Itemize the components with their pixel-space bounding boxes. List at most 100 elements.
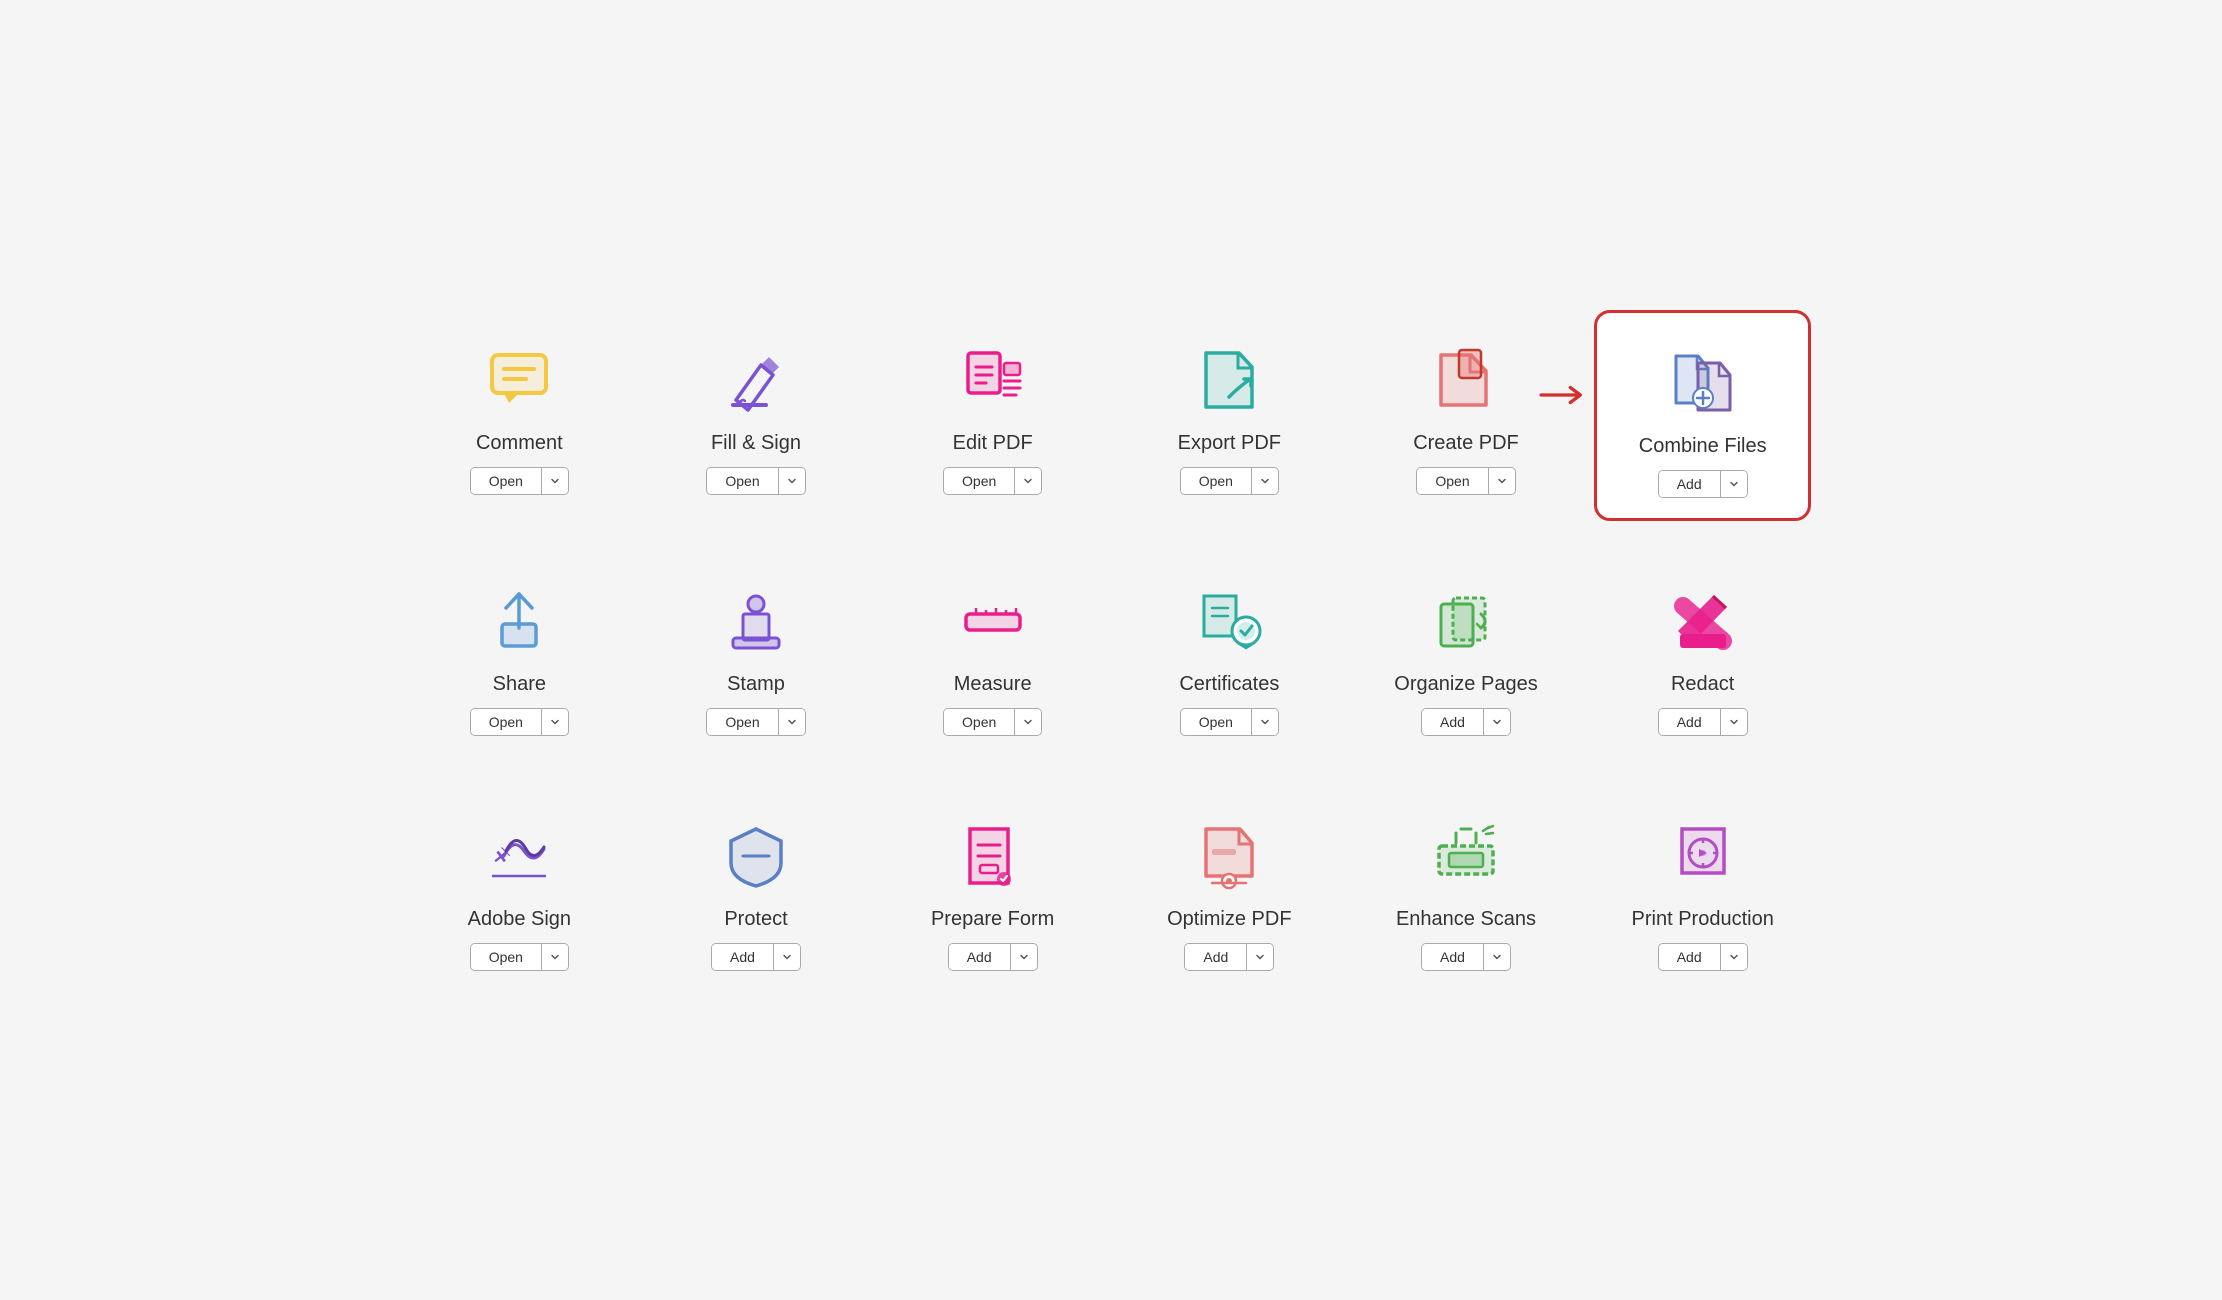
prepare-form-button-group: Add (948, 943, 1038, 971)
certificates-button-group: Open (1180, 708, 1279, 736)
combine-files-label: Combine Files (1639, 435, 1767, 458)
share-button-main[interactable]: Open (471, 709, 542, 735)
print-production-button-dropdown[interactable] (1721, 944, 1747, 970)
adobe-sign-button-group: Open (470, 943, 569, 971)
export-pdf-label: Export PDF (1178, 432, 1281, 455)
arrow-indicator (1537, 380, 1587, 415)
adobe-sign-button-dropdown[interactable] (542, 944, 568, 970)
edit-pdf-button-dropdown[interactable] (1015, 468, 1041, 494)
comment-icon (479, 340, 559, 420)
redact-button-main[interactable]: Add (1659, 709, 1721, 735)
tool-card-create-pdf: Create PDF Open (1358, 310, 1575, 521)
tool-card-enhance-scans: Enhance ScansAdd (1358, 786, 1575, 991)
measure-label: Measure (954, 673, 1032, 696)
create-pdf-label: Create PDF (1413, 432, 1519, 455)
protect-button-main[interactable]: Add (712, 944, 774, 970)
optimize-pdf-button-dropdown[interactable] (1247, 944, 1273, 970)
create-pdf-button-dropdown[interactable] (1489, 468, 1515, 494)
print-production-button-main[interactable]: Add (1659, 944, 1721, 970)
tool-card-optimize-pdf: Optimize PDF Add (1121, 786, 1338, 991)
adobe-sign-button-main[interactable]: Open (471, 944, 542, 970)
edit-pdf-button-group: Open (943, 467, 1042, 495)
tool-card-protect: Protect Add (648, 786, 865, 991)
organize-pages-label: Organize Pages (1394, 673, 1537, 696)
protect-icon (716, 816, 796, 896)
stamp-button-main[interactable]: Open (707, 709, 778, 735)
fill-sign-button-group: Open (706, 467, 805, 495)
tool-card-fill-sign: Fill & Sign Open (648, 310, 865, 521)
create-pdf-button-main[interactable]: Open (1417, 468, 1488, 494)
organize-pages-button-main[interactable]: Add (1422, 709, 1484, 735)
tools-grid: CommentOpen Fill & Sign Open Edit PDF Open… (411, 310, 1811, 991)
tool-card-share: Share Open (411, 551, 628, 756)
tool-card-stamp: Stamp Open (648, 551, 865, 756)
export-pdf-button-main[interactable]: Open (1181, 468, 1252, 494)
stamp-button-group: Open (706, 708, 805, 736)
protect-button-dropdown[interactable] (774, 944, 800, 970)
tool-card-edit-pdf: Edit PDF Open (884, 310, 1101, 521)
certificates-icon (1189, 581, 1269, 661)
comment-button-dropdown[interactable] (542, 468, 568, 494)
adobe-sign-label: Adobe Sign (468, 908, 571, 931)
redact-icon (1663, 581, 1743, 661)
create-pdf-button-group: Open (1416, 467, 1515, 495)
comment-button-main[interactable]: Open (471, 468, 542, 494)
combine-files-button-dropdown[interactable] (1721, 471, 1747, 497)
protect-label: Protect (724, 908, 787, 931)
measure-button-main[interactable]: Open (944, 709, 1015, 735)
fill-sign-button-main[interactable]: Open (707, 468, 778, 494)
tool-card-measure: Measure Open (884, 551, 1101, 756)
tool-card-organize-pages: Organize Pages Add (1358, 551, 1575, 756)
measure-icon (953, 581, 1033, 661)
edit-pdf-icon (953, 340, 1033, 420)
prepare-form-icon (953, 816, 1033, 896)
stamp-icon (716, 581, 796, 661)
combine-files-button-main[interactable]: Add (1659, 471, 1721, 497)
adobe-sign-icon: ✕ × (479, 816, 559, 896)
certificates-button-dropdown[interactable] (1252, 709, 1278, 735)
organize-pages-icon (1426, 581, 1506, 661)
measure-button-dropdown[interactable] (1015, 709, 1041, 735)
fill-sign-label: Fill & Sign (711, 432, 801, 455)
prepare-form-button-main[interactable]: Add (949, 944, 1011, 970)
tool-card-redact: Redact Add (1594, 551, 1811, 756)
print-production-icon (1663, 816, 1743, 896)
fill-sign-icon (716, 340, 796, 420)
optimize-pdf-button-group: Add (1184, 943, 1274, 971)
optimize-pdf-label: Optimize PDF (1167, 908, 1291, 931)
stamp-label: Stamp (727, 673, 785, 696)
certificates-button-main[interactable]: Open (1181, 709, 1252, 735)
export-pdf-button-dropdown[interactable] (1252, 468, 1278, 494)
export-pdf-icon (1189, 340, 1269, 420)
tool-card-comment: CommentOpen (411, 310, 628, 521)
combine-files-icon (1663, 343, 1743, 423)
enhance-scans-button-dropdown[interactable] (1484, 944, 1510, 970)
tool-card-print-production: Print Production Add (1594, 786, 1811, 991)
edit-pdf-button-main[interactable]: Open (944, 468, 1015, 494)
share-button-dropdown[interactable] (542, 709, 568, 735)
optimize-pdf-icon (1189, 816, 1269, 896)
prepare-form-label: Prepare Form (931, 908, 1054, 931)
export-pdf-button-group: Open (1180, 467, 1279, 495)
redact-button-dropdown[interactable] (1721, 709, 1747, 735)
stamp-button-dropdown[interactable] (779, 709, 805, 735)
optimize-pdf-button-main[interactable]: Add (1185, 944, 1247, 970)
share-icon (479, 581, 559, 661)
enhance-scans-button-group: Add (1421, 943, 1511, 971)
certificates-label: Certificates (1179, 673, 1279, 696)
comment-button-group: Open (470, 467, 569, 495)
redact-label: Redact (1671, 673, 1734, 696)
share-button-group: Open (470, 708, 569, 736)
print-production-label: Print Production (1632, 908, 1774, 931)
organize-pages-button-dropdown[interactable] (1484, 709, 1510, 735)
tool-card-prepare-form: Prepare Form Add (884, 786, 1101, 991)
create-pdf-icon (1426, 340, 1506, 420)
enhance-scans-button-main[interactable]: Add (1422, 944, 1484, 970)
tool-card-export-pdf: Export PDF Open (1121, 310, 1338, 521)
prepare-form-button-dropdown[interactable] (1011, 944, 1037, 970)
edit-pdf-label: Edit PDF (953, 432, 1033, 455)
share-label: Share (493, 673, 546, 696)
organize-pages-button-group: Add (1421, 708, 1511, 736)
print-production-button-group: Add (1658, 943, 1748, 971)
fill-sign-button-dropdown[interactable] (779, 468, 805, 494)
